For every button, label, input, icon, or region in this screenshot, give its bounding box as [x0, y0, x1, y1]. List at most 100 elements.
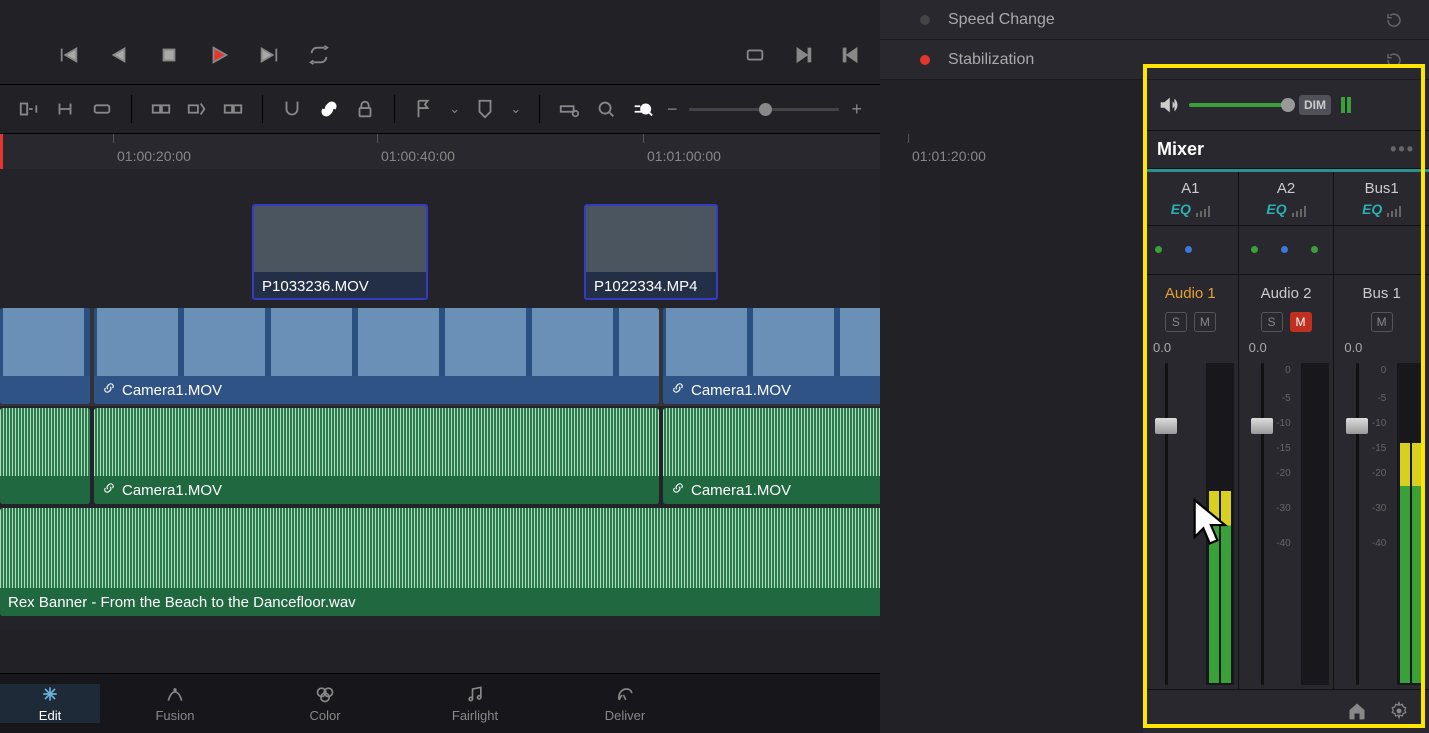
video-track-2[interactable]: P1033236.MOV P1022334.MP4 P1033238.MOV [0, 204, 880, 302]
fader[interactable] [1155, 363, 1181, 685]
deliver-page-tab[interactable]: Deliver [550, 684, 700, 723]
edit-page-tab[interactable]: Edit [0, 684, 100, 723]
solo-button[interactable]: S [1261, 312, 1283, 332]
color-page-tab[interactable]: Color [250, 684, 400, 723]
overwrite-tool[interactable] [186, 98, 208, 120]
insert-tool[interactable] [150, 98, 172, 120]
mixer-footer [1143, 689, 1429, 731]
mute-button[interactable]: M [1194, 312, 1216, 332]
flag-blue[interactable] [413, 98, 435, 120]
pan-control[interactable] [1239, 225, 1334, 275]
gear-icon[interactable] [1389, 701, 1409, 721]
zoom-tool-2[interactable] [594, 98, 616, 120]
fader[interactable]: 0 -5 -10 -15 -20 -30 -40 [1346, 363, 1372, 685]
eq-button[interactable]: EQ [1266, 201, 1286, 217]
tab-label: Fusion [155, 708, 194, 723]
timeline-ruler[interactable]: 01:00:20:00 01:00:40:00 01:01:00:00 01:0… [0, 134, 880, 169]
zoom-tool-3[interactable] [631, 98, 653, 120]
speaker-icon[interactable] [1157, 94, 1179, 116]
tab-label: Color [309, 708, 340, 723]
clip-name: Rex Banner - From the Beach to the Dance… [8, 594, 356, 611]
pan-control[interactable] [1334, 225, 1429, 275]
play-button[interactable] [205, 44, 233, 66]
zoom-in-button[interactable]: + [851, 99, 862, 120]
more-icon[interactable]: ••• [1390, 139, 1415, 160]
loop-button[interactable] [305, 44, 333, 66]
status-dot-icon [920, 55, 930, 65]
tab-label: Deliver [605, 708, 645, 723]
inspector-label: Stabilization [948, 51, 1034, 69]
marker-blue[interactable] [474, 98, 496, 120]
cursor-icon [1190, 498, 1234, 553]
audio-clip[interactable]: Camera1.MOV [663, 408, 880, 504]
reset-icon[interactable] [1385, 11, 1403, 29]
page-tabs: Edit Fusion Color Fairlight Deliver [0, 673, 880, 733]
prev-marker-button[interactable] [837, 44, 865, 66]
audio-clip[interactable]: Rex Banner - From the Beach to the Dance… [0, 508, 880, 616]
video-clip[interactable] [0, 308, 90, 404]
link-icon [671, 381, 685, 399]
selection-tool[interactable] [18, 98, 40, 120]
clip-name: Camera1.MOV [122, 482, 222, 499]
step-back-button[interactable] [105, 44, 133, 66]
toolbar: ⌄ ⌄ − + [0, 84, 880, 134]
solo-button[interactable]: S [1165, 312, 1187, 332]
trim-tool[interactable] [54, 98, 76, 120]
ruler-tick-label: 01:01:00:00 [647, 148, 721, 164]
fusion-page-tab[interactable]: Fusion [100, 684, 250, 723]
go-end-button[interactable] [255, 44, 283, 66]
video-clip[interactable]: Camera1.MOV [94, 308, 659, 404]
mini-meter [1341, 97, 1351, 113]
eq-button[interactable]: EQ [1171, 201, 1191, 217]
zoom-tool-1[interactable] [558, 98, 580, 120]
channel-name[interactable]: Audio 1 [1143, 275, 1238, 308]
channel-name[interactable]: Audio 2 [1239, 275, 1334, 308]
stop-button[interactable] [155, 44, 183, 66]
video-track-1[interactable]: Camera1.MOV Camera1.MOV Ca... [0, 308, 880, 406]
inspector-speed-change[interactable]: Speed Change [880, 0, 1429, 40]
video-clip[interactable]: P1022334.MP4 [584, 204, 718, 300]
timeline[interactable]: P1033236.MOV P1022334.MP4 P1033238.MOV C… [0, 169, 880, 629]
mixer-title-row: Mixer ••• [1143, 130, 1429, 169]
range-button[interactable] [741, 44, 769, 66]
level-meter [1301, 363, 1329, 685]
status-dot-icon [920, 15, 930, 25]
video-clip[interactable]: P1033236.MOV [252, 204, 428, 300]
ruler-tick-label: 01:00:20:00 [117, 148, 191, 164]
mixer-channel-bus1: Bus1 EQ Bus 1 M 0.0 0 -5 -10 -15 -20 -30… [1334, 172, 1429, 689]
master-volume-row: DIM [1143, 80, 1429, 130]
eq-button[interactable]: EQ [1362, 201, 1382, 217]
link-icon [671, 481, 685, 499]
db-value: 0.0 [1334, 340, 1429, 359]
pan-control[interactable] [1143, 225, 1238, 275]
mute-button[interactable]: M [1290, 312, 1312, 332]
db-value: 0.0 [1143, 340, 1238, 359]
fader[interactable]: 0 -5 -10 -15 -20 -30 -40 [1251, 363, 1277, 685]
next-marker-button[interactable] [789, 44, 817, 66]
reset-icon[interactable] [1385, 51, 1403, 69]
zoom-out-button[interactable]: − [667, 99, 678, 120]
mixer-channel-a2: A2 EQ Audio 2 SM 0.0 0 -5 -10 -15 -20 -3… [1239, 172, 1335, 689]
audio-clip[interactable]: Camera1.MOV [94, 408, 659, 504]
dim-button[interactable]: DIM [1299, 95, 1331, 115]
video-clip[interactable]: Camera1.MOV [663, 308, 880, 404]
snap-toggle[interactable] [281, 98, 303, 120]
volume-slider[interactable] [1189, 103, 1289, 107]
inspector-stabilization[interactable]: Stabilization [880, 40, 1429, 80]
zoom-slider[interactable] [689, 108, 839, 111]
ruler-tick-label: 01:00:40:00 [381, 148, 455, 164]
audio-track-1[interactable]: Camera1.MOV Camera1.MOV Ca... [0, 408, 880, 506]
audio-track-2[interactable]: Rex Banner - From the Beach to the Dance… [0, 508, 880, 618]
replace-tool[interactable] [222, 98, 244, 120]
lock-toggle[interactable] [354, 98, 376, 120]
channel-name[interactable]: Bus 1 [1334, 275, 1429, 308]
link-toggle[interactable] [318, 98, 340, 120]
mute-button[interactable]: M [1371, 312, 1393, 332]
audio-clip[interactable] [0, 408, 90, 504]
fairlight-page-tab[interactable]: Fairlight [400, 684, 550, 723]
blade-tool[interactable] [91, 98, 113, 120]
clip-name: P1033236.MOV [262, 278, 369, 295]
home-icon[interactable] [1347, 701, 1367, 721]
go-start-button[interactable] [55, 44, 83, 66]
link-icon [102, 381, 116, 399]
